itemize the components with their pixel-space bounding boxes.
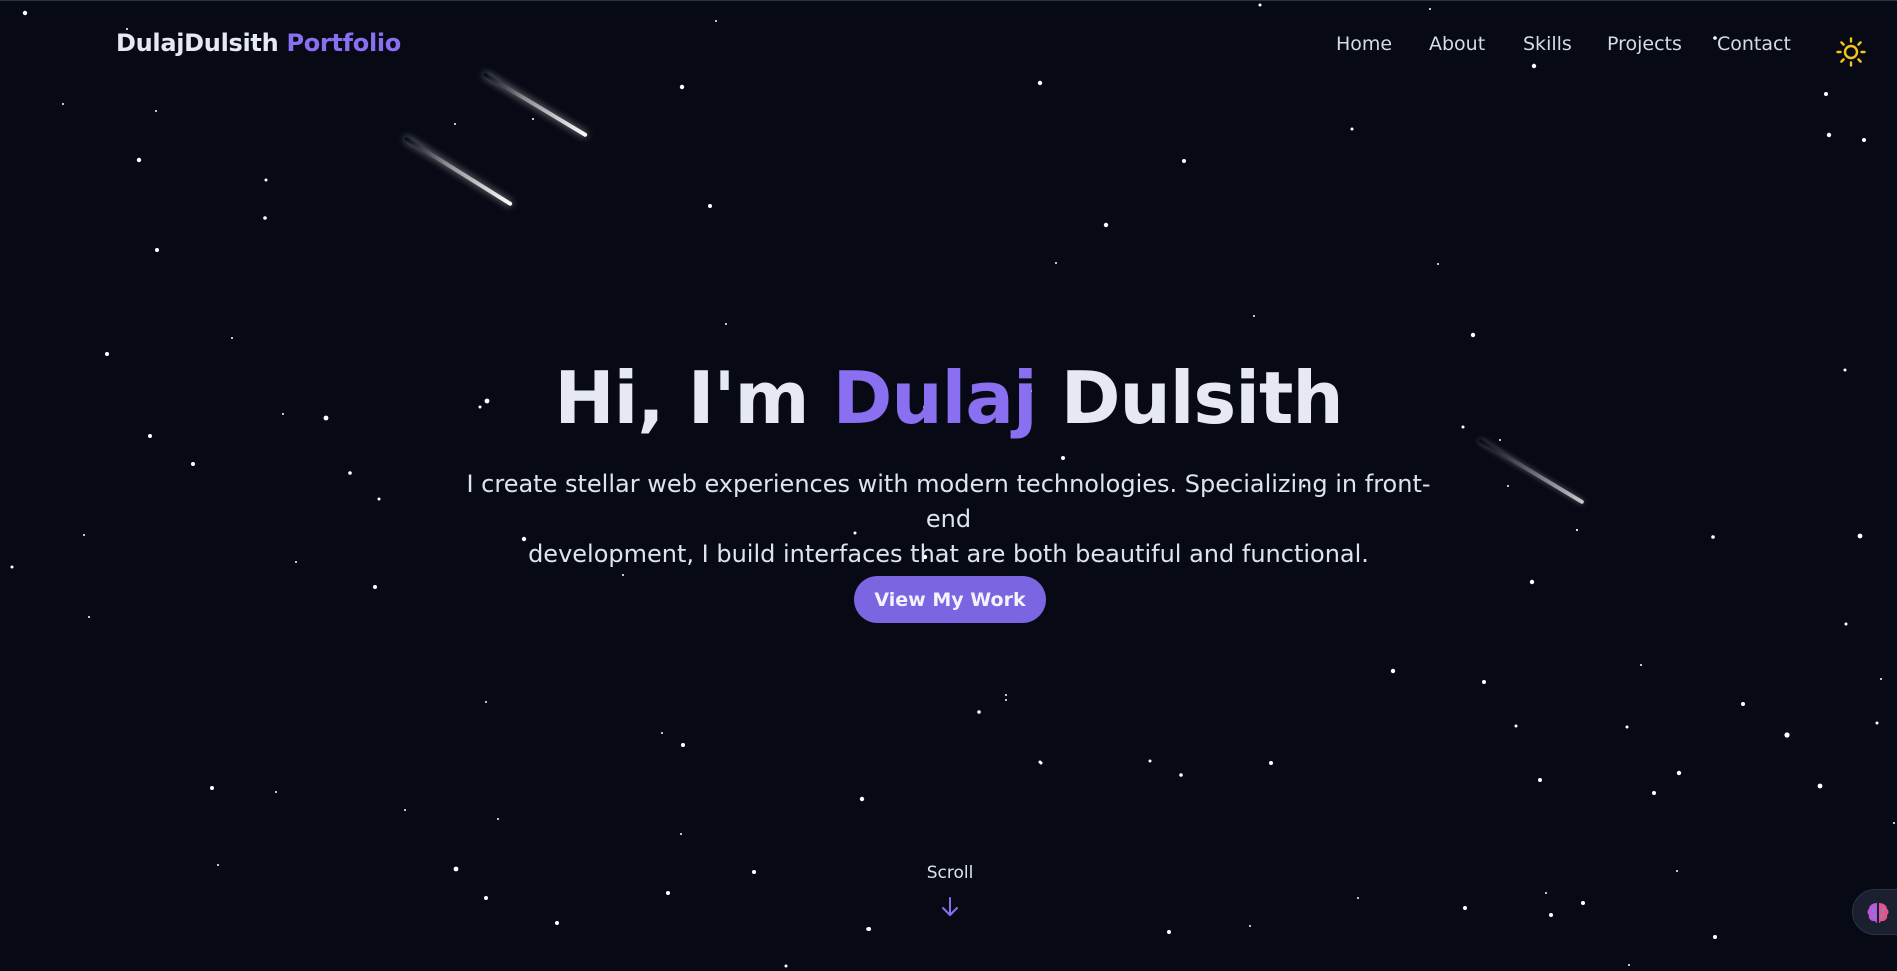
nav-projects[interactable]: Projects <box>1607 33 1682 55</box>
arrow-down-icon <box>942 897 958 916</box>
nav-contact[interactable]: Contact <box>1717 33 1791 55</box>
sun-icon <box>1836 37 1866 67</box>
nav-home[interactable]: Home <box>1336 33 1392 55</box>
scroll-down-button[interactable] <box>940 896 960 918</box>
hero-title-suffix: Dulsith <box>1060 356 1344 440</box>
brain-icon <box>1867 903 1889 923</box>
hero-subtitle: I create stellar web experiences with mo… <box>460 467 1437 572</box>
brand-name: DulajDulsith <box>116 29 279 57</box>
brand-logo[interactable]: DulajDulsith Portfolio <box>116 29 401 57</box>
hero-title-prefix: Hi, I'm <box>554 356 809 440</box>
scroll-label: Scroll <box>926 863 974 883</box>
hero-title-accent: Dulaj <box>832 356 1038 440</box>
view-my-work-button[interactable]: View My Work <box>854 576 1046 623</box>
floating-assistant-button[interactable] <box>1852 889 1897 935</box>
page: DulajDulsith Portfolio Home About Skills… <box>0 0 1897 971</box>
nav-skills[interactable]: Skills <box>1523 33 1572 55</box>
nav-about[interactable]: About <box>1429 33 1485 55</box>
theme-toggle-button[interactable] <box>1836 37 1866 67</box>
hero-subtitle-line-2: development, I build interfaces that are… <box>528 540 1369 568</box>
hero-subtitle-line-1: I create stellar web experiences with mo… <box>466 470 1431 533</box>
site-header: DulajDulsith Portfolio Home About Skills… <box>0 1 1897 91</box>
hero-title: Hi, I'm Dulaj Dulsith <box>0 356 1897 440</box>
brand-accent: Portfolio <box>286 29 401 57</box>
